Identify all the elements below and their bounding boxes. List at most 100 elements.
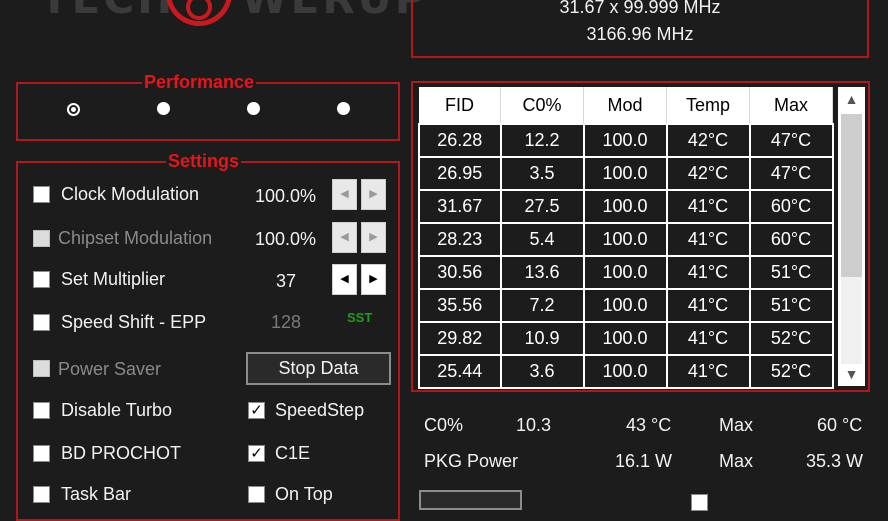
max-temp-value: 60 °C xyxy=(817,415,863,435)
pkg-power-label: PKG Power xyxy=(424,451,519,471)
cell-temp: 42°C xyxy=(665,156,751,191)
cell-max: 47°C xyxy=(748,123,834,158)
c0-value: 10.3 xyxy=(516,415,552,435)
table-row: 30.56 13.6 100.0 41°C 51°C xyxy=(418,255,834,290)
max-temp-label: Max xyxy=(719,415,754,435)
performance-radio-1[interactable] xyxy=(67,103,80,116)
c1e-label: C1E xyxy=(275,443,311,463)
cell-temp: 41°C xyxy=(665,288,751,323)
cell-c0: 7.2 xyxy=(499,288,585,323)
pkg-max-value: 35.3 W xyxy=(806,451,864,471)
multiplier-readout: 31.67 x 99.999 MHz xyxy=(559,0,721,17)
performance-radio-3[interactable] xyxy=(247,102,260,115)
clock-modulation-checkbox[interactable] xyxy=(33,186,50,203)
cell-max: 52°C xyxy=(748,354,834,389)
speedstep-label: SpeedStep xyxy=(275,400,365,420)
cell-fid: 29.82 xyxy=(418,321,502,356)
cell-mod: 100.0 xyxy=(582,189,668,224)
column-header-c0[interactable]: C0% xyxy=(500,87,584,124)
cell-fid: 31.67 xyxy=(418,189,502,224)
cell-c0: 10.9 xyxy=(499,321,585,356)
chipset-modulation-label: Chipset Modulation xyxy=(58,228,213,248)
clock-modulation-increase[interactable]: ▶ xyxy=(361,179,386,210)
cell-c0: 3.6 xyxy=(499,354,585,389)
arrow-left-icon: ◀ xyxy=(340,188,349,200)
task-bar-checkbox[interactable] xyxy=(33,486,50,503)
cell-mod: 100.0 xyxy=(582,222,668,257)
clock-modulation-decrease[interactable]: ◀ xyxy=(332,179,357,210)
logo-text-left: TECH xyxy=(40,0,175,23)
on-top-label: On Top xyxy=(275,484,333,504)
power-saver-checkbox[interactable] xyxy=(33,360,50,377)
scroll-thumb[interactable] xyxy=(841,114,862,277)
cell-fid: 35.56 xyxy=(418,288,502,323)
multiplier-value: 37 xyxy=(276,271,297,291)
bd-prochot-label: BD PROCHOT xyxy=(61,443,182,463)
cell-fid: 25.44 xyxy=(418,354,502,389)
performance-radio-4[interactable] xyxy=(337,102,350,115)
cell-temp: 41°C xyxy=(665,222,751,257)
on-top-checkbox[interactable] xyxy=(248,486,265,503)
cell-max: 51°C xyxy=(748,255,834,290)
multiplier-increase[interactable]: ▶ xyxy=(361,264,386,295)
table-row: 29.82 10.9 100.0 41°C 52°C xyxy=(418,321,834,356)
cell-temp: 41°C xyxy=(665,189,751,224)
settings-group xyxy=(16,161,400,521)
column-header-fid[interactable]: FID xyxy=(419,87,501,124)
disable-turbo-checkbox[interactable] xyxy=(33,402,50,419)
cell-mod: 100.0 xyxy=(582,156,668,191)
core-table: FID C0% Mod Temp Max 26.28 12.2 100.0 42… xyxy=(418,87,834,389)
speedstep-checkbox[interactable]: ✓ xyxy=(248,402,265,419)
chipset-modulation-value: 100.0% xyxy=(255,229,317,249)
table-row: 35.56 7.2 100.0 41°C 51°C xyxy=(418,288,834,323)
pkg-max-label: Max xyxy=(719,451,754,471)
arrow-right-icon: ▶ xyxy=(369,231,378,243)
cell-mod: 100.0 xyxy=(582,354,668,389)
speed-shift-checkbox[interactable] xyxy=(33,314,50,331)
table-row: 26.95 3.5 100.0 42°C 47°C xyxy=(418,156,834,191)
cell-temp: 41°C xyxy=(665,255,751,290)
arrow-left-icon: ◀ xyxy=(340,231,349,243)
scroll-down-button[interactable]: ▼ xyxy=(838,366,865,382)
cell-fid: 26.28 xyxy=(418,123,502,158)
disable-turbo-label: Disable Turbo xyxy=(61,400,173,420)
table-row: 26.28 12.2 100.0 42°C 47°C xyxy=(418,123,834,158)
cell-max: 51°C xyxy=(748,288,834,323)
logo-text-right: WERUP xyxy=(241,0,428,23)
bd-prochot-checkbox[interactable] xyxy=(33,445,50,462)
settings-title: Settings xyxy=(166,151,242,171)
table-row: 31.67 27.5 100.0 41°C 60°C xyxy=(418,189,834,224)
chevron-up-icon: ▲ xyxy=(844,91,859,107)
cell-temp: 41°C xyxy=(665,354,751,389)
epp-value: 128 xyxy=(271,312,302,332)
cell-c0: 27.5 xyxy=(499,189,585,224)
chipset-modulation-checkbox[interactable] xyxy=(33,230,50,247)
table-row: 25.44 3.6 100.0 41°C 52°C xyxy=(418,354,834,389)
task-bar-label: Task Bar xyxy=(61,484,132,504)
c1e-checkbox[interactable]: ✓ xyxy=(248,445,265,462)
cell-temp: 42°C xyxy=(665,123,751,158)
cell-fid: 26.95 xyxy=(418,156,502,191)
column-header-temp[interactable]: Temp xyxy=(666,87,750,124)
stop-data-button[interactable]: Stop Data xyxy=(246,352,391,385)
cell-mod: 100.0 xyxy=(582,255,668,290)
bottom-button-cropped[interactable] xyxy=(419,490,522,510)
chipset-modulation-decrease[interactable]: ◀ xyxy=(332,222,357,253)
frequency-readout: 3166.96 MHz xyxy=(586,24,694,44)
performance-radio-2[interactable] xyxy=(157,102,170,115)
sst-badge: SST xyxy=(347,310,373,325)
scroll-up-button[interactable]: ▲ xyxy=(838,91,865,107)
arrow-right-icon: ▶ xyxy=(369,273,378,285)
arrow-right-icon: ▶ xyxy=(369,188,378,200)
cell-mod: 100.0 xyxy=(582,321,668,356)
set-multiplier-checkbox[interactable] xyxy=(33,271,50,288)
column-header-mod[interactable]: Mod xyxy=(583,87,667,124)
cell-max: 60°C xyxy=(748,222,834,257)
speed-shift-label: Speed Shift - EPP xyxy=(61,312,207,332)
bottom-checkbox-cropped[interactable] xyxy=(691,494,708,511)
table-header-row: FID C0% Mod Temp Max xyxy=(419,87,833,124)
column-header-max[interactable]: Max xyxy=(749,87,833,124)
cell-mod: 100.0 xyxy=(582,123,668,158)
multiplier-decrease[interactable]: ◀ xyxy=(332,264,357,295)
chipset-modulation-increase[interactable]: ▶ xyxy=(361,222,386,253)
